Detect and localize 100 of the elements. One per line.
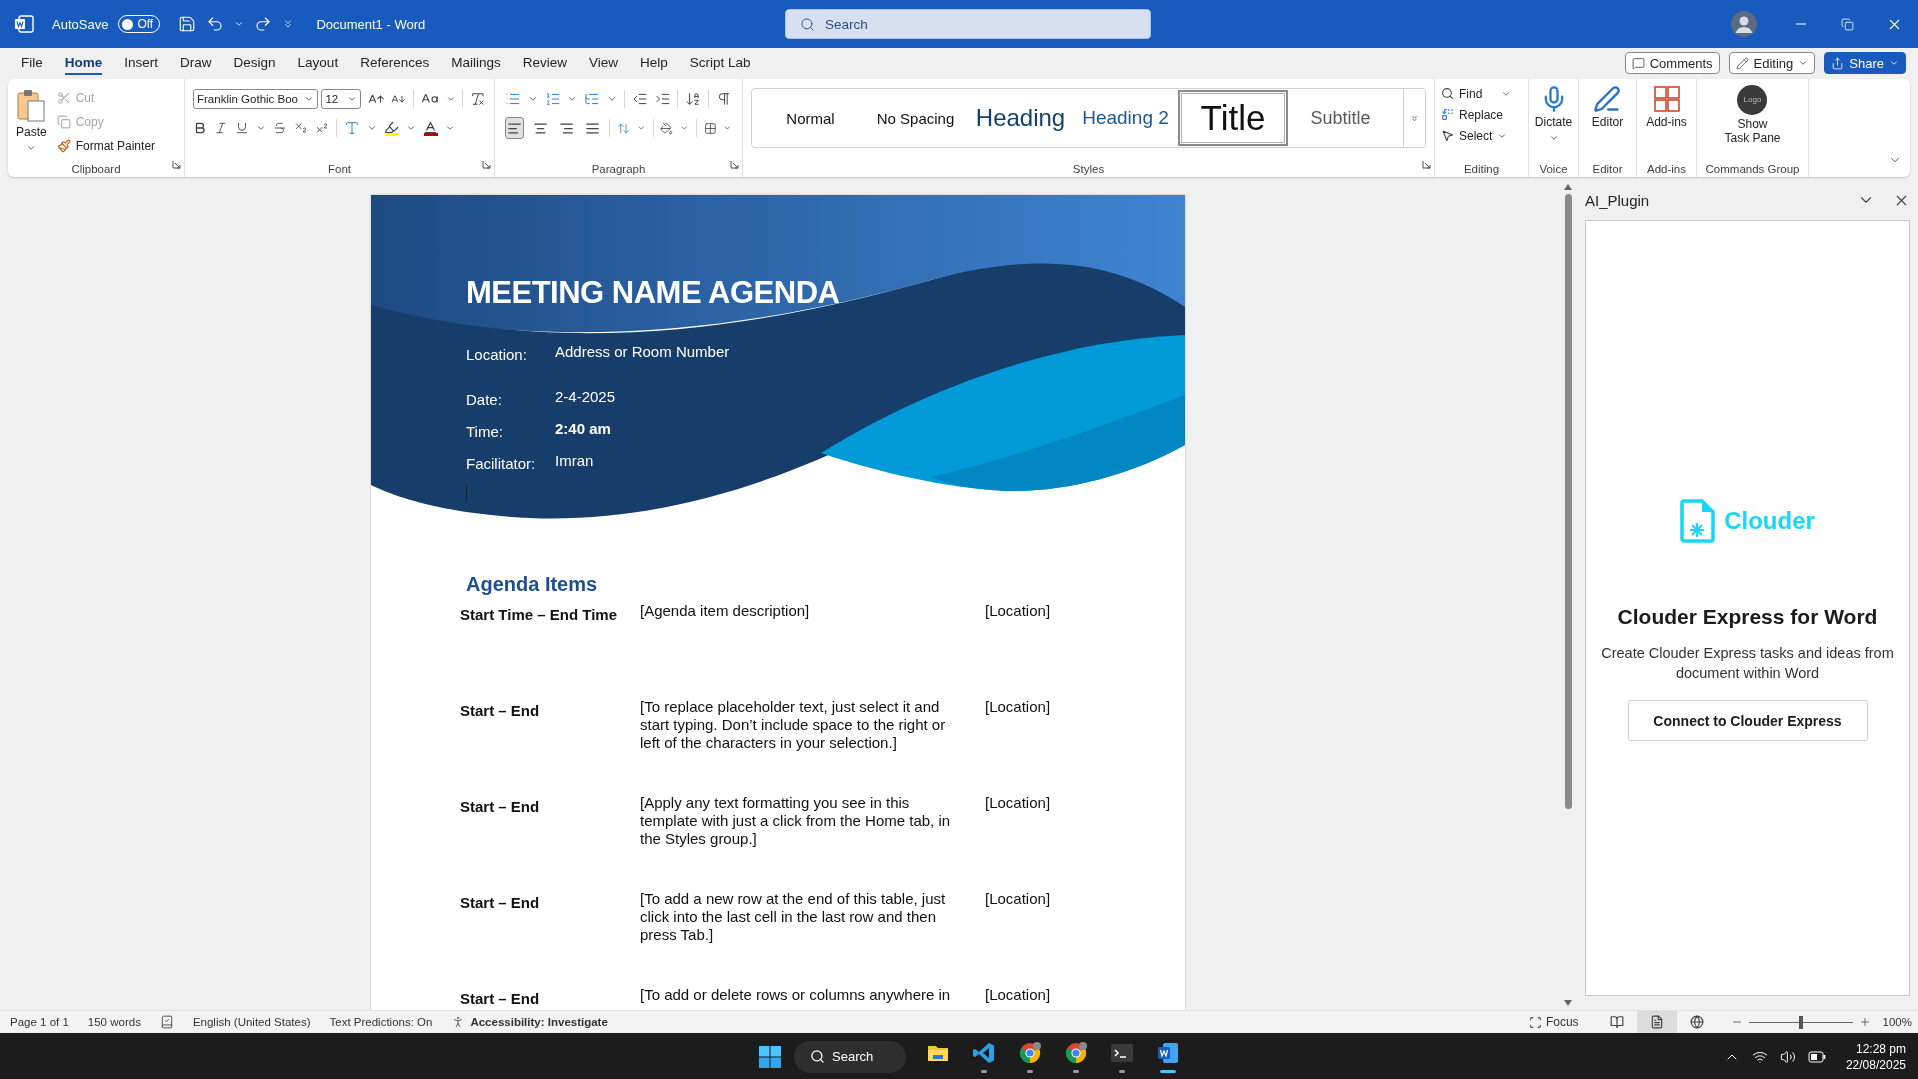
comment-icon[interactable] bbox=[1631, 56, 1645, 70]
caret-icon[interactable] bbox=[637, 123, 646, 133]
page-count[interactable]: Page 1 of 1 bbox=[10, 1016, 69, 1028]
app-logo-icon[interactable] bbox=[14, 15, 34, 33]
menu-tab[interactable]: Mailings bbox=[451, 51, 501, 75]
dialog-launcher-icon[interactable] bbox=[482, 160, 491, 169]
pencil-icon[interactable] bbox=[1735, 56, 1749, 70]
font-name-select[interactable]: Franklin Gothic Boo bbox=[193, 89, 319, 109]
scroll-down-icon[interactable] bbox=[1564, 1000, 1572, 1006]
format-painter-button[interactable]: Format Painter bbox=[54, 135, 158, 156]
search-field[interactable]: Search bbox=[785, 9, 1151, 39]
menu-tab[interactable]: Help bbox=[640, 51, 668, 75]
language-status[interactable]: English (United States) bbox=[192, 1016, 311, 1028]
start-icon[interactable] bbox=[758, 1044, 782, 1069]
borders-icon[interactable] bbox=[703, 120, 717, 136]
clock[interactable]: 12:28 pm 22/08/2025 bbox=[1845, 1040, 1906, 1073]
menu-tab[interactable]: Home bbox=[64, 51, 103, 75]
show-task-pane-button[interactable]: Logo Show Task Pane bbox=[1720, 83, 1785, 163]
numbering-icon[interactable] bbox=[544, 91, 561, 107]
highlighter-icon[interactable] bbox=[384, 120, 399, 136]
style-option[interactable]: Title bbox=[1178, 90, 1288, 146]
caret-icon[interactable] bbox=[527, 94, 538, 104]
connect-button[interactable]: Connect to Clouder Express bbox=[1627, 700, 1868, 741]
caret-icon[interactable] bbox=[723, 123, 733, 133]
dialog-launcher-icon[interactable] bbox=[1422, 160, 1431, 169]
battery-icon[interactable] bbox=[1807, 1050, 1826, 1063]
caret-icon[interactable] bbox=[1798, 58, 1809, 68]
menu-tab[interactable]: Design bbox=[233, 51, 276, 75]
restore-icon[interactable] bbox=[1841, 17, 1854, 31]
caret-icon[interactable] bbox=[406, 123, 416, 133]
menu-tab[interactable]: References bbox=[360, 51, 430, 75]
word-count[interactable]: 150 words bbox=[87, 1016, 141, 1028]
editing-button[interactable]: Editing bbox=[1728, 52, 1816, 74]
shading-icon[interactable] bbox=[660, 120, 674, 136]
undo-icon[interactable] bbox=[206, 15, 225, 33]
volume-icon[interactable] bbox=[1779, 1048, 1796, 1065]
menu-tab[interactable]: View bbox=[589, 51, 618, 75]
caret-icon[interactable] bbox=[567, 94, 578, 104]
save-icon[interactable] bbox=[178, 15, 197, 33]
menu-tab[interactable]: Script Lab bbox=[689, 51, 751, 75]
editor-button[interactable]: Editor bbox=[1587, 83, 1628, 163]
paste-button[interactable]: Paste bbox=[12, 87, 51, 163]
zoom-in-icon[interactable] bbox=[1858, 1016, 1871, 1028]
menu-tab[interactable]: Draw bbox=[180, 51, 212, 75]
select-button[interactable]: Select bbox=[1439, 125, 1524, 146]
share-icon[interactable] bbox=[1831, 56, 1845, 70]
bullets-icon[interactable] bbox=[505, 91, 521, 107]
browser-icon[interactable] bbox=[1018, 1040, 1042, 1065]
print-view-button[interactable] bbox=[1636, 1011, 1677, 1033]
caret-icon[interactable] bbox=[367, 123, 377, 133]
text-predictions-status[interactable]: Text Predictions: On bbox=[329, 1016, 433, 1028]
font-size-select[interactable]: 12 bbox=[321, 89, 361, 109]
comments-button[interactable]: Comments bbox=[1624, 52, 1720, 74]
search-icon[interactable] bbox=[800, 16, 815, 32]
multilevel-list-icon[interactable] bbox=[584, 91, 601, 107]
word-processor-icon[interactable] bbox=[1156, 1040, 1180, 1065]
sort-icon[interactable] bbox=[685, 91, 702, 107]
browser-icon[interactable] bbox=[1064, 1040, 1088, 1065]
proofing-icon[interactable] bbox=[159, 1015, 174, 1029]
align-left-button[interactable] bbox=[505, 117, 525, 139]
caret-icon[interactable] bbox=[445, 123, 455, 133]
clear-formatting-icon[interactable] bbox=[470, 91, 486, 107]
text-effects-icon[interactable] bbox=[344, 120, 360, 136]
dialog-launcher-icon[interactable] bbox=[730, 160, 739, 169]
avatar-icon[interactable] bbox=[1731, 11, 1757, 37]
caret-icon[interactable] bbox=[607, 94, 617, 104]
menu-tab[interactable]: File bbox=[21, 51, 43, 75]
font-color-icon[interactable] bbox=[423, 120, 438, 136]
bold-icon[interactable] bbox=[193, 121, 207, 135]
find-button[interactable]: Find bbox=[1439, 83, 1524, 104]
caret-icon[interactable] bbox=[346, 94, 357, 104]
menu-tab[interactable]: Layout bbox=[297, 51, 339, 75]
zoom-thumb[interactable] bbox=[1798, 1015, 1803, 1029]
caret-icon[interactable] bbox=[304, 94, 315, 104]
scroll-thumb[interactable] bbox=[1564, 194, 1572, 809]
focus-button[interactable]: Focus bbox=[1528, 1015, 1579, 1029]
code-editor-icon[interactable] bbox=[972, 1040, 996, 1065]
menu-tab[interactable]: Review bbox=[522, 51, 567, 75]
menu-tab[interactable]: Insert bbox=[124, 51, 159, 75]
increase-indent-icon[interactable] bbox=[654, 91, 671, 107]
italic-icon[interactable] bbox=[214, 121, 228, 135]
caret-icon[interactable] bbox=[445, 94, 456, 104]
share-button[interactable]: Share bbox=[1824, 52, 1906, 74]
accessibility-status[interactable]: Accessibility: Investigate bbox=[470, 1016, 608, 1028]
pilcrow-icon[interactable] bbox=[716, 91, 732, 107]
dialog-launcher-icon[interactable] bbox=[172, 160, 181, 169]
superscript-icon[interactable] bbox=[315, 121, 329, 135]
zoom-level[interactable]: 100% bbox=[1882, 1016, 1912, 1028]
replace-button[interactable]: Replace bbox=[1439, 104, 1524, 125]
taskbar-search[interactable]: Search bbox=[794, 1040, 906, 1073]
scroll-up-icon[interactable] bbox=[1564, 184, 1572, 190]
underline-icon[interactable] bbox=[235, 121, 249, 135]
strikethrough-icon[interactable] bbox=[273, 121, 287, 135]
caret-icon[interactable] bbox=[1889, 58, 1899, 68]
dictate-button[interactable]: Dictate bbox=[1530, 83, 1577, 163]
decrease-indent-icon[interactable] bbox=[631, 91, 648, 107]
add-ins-button[interactable]: Add-ins bbox=[1642, 83, 1691, 163]
caret-icon[interactable] bbox=[680, 123, 689, 133]
caret-icon[interactable] bbox=[234, 19, 245, 29]
subscript-icon[interactable] bbox=[294, 121, 308, 135]
